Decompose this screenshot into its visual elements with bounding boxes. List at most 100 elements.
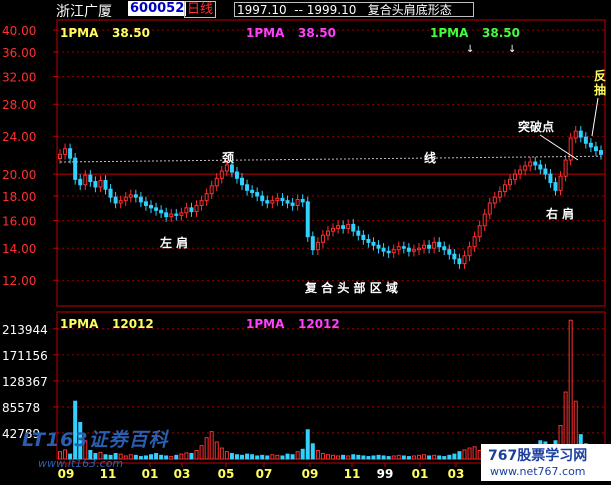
volume-bar [164,455,169,460]
price-ma-value: 38.50 [482,26,520,40]
candle-body [224,164,229,172]
candle-body [386,250,391,254]
volume-bar [265,455,270,460]
volume-bar [138,456,143,460]
candle-body [477,225,482,238]
price-tick-label: 16.00 [2,214,36,228]
candle-body [184,207,189,214]
candle-body [548,173,553,184]
candle-body [401,246,406,249]
annotation-neck: 颈 [221,151,234,165]
candle-body [351,223,356,232]
xaxis-tick-label: 03 [174,467,191,481]
volume-bar [391,455,396,460]
candle-body [250,189,255,194]
candle-body [442,246,447,251]
volume-bar [325,454,330,460]
candle-body [416,247,421,251]
candle-body [391,249,396,254]
candle-body [93,181,98,188]
volume-tick-label: 171156 [2,349,48,363]
candle-body [366,238,371,243]
candle-body [341,225,346,229]
volume-bar [128,454,133,460]
candle-body [492,196,497,204]
volume-bar [366,456,371,460]
volume-bar [250,454,255,460]
candle-body [553,182,558,191]
volume-bar [300,448,305,460]
volume-ma-name: 1PMA [60,317,99,331]
volume-bar [275,454,280,460]
volume-bar [361,455,366,460]
candle-body [432,241,437,249]
candle-body [447,249,452,255]
volume-bar [255,455,260,460]
candle-body [58,153,62,160]
period-selector[interactable]: 日线 [184,1,217,18]
volume-bar [123,455,128,460]
candle-body [265,200,270,204]
candle-body [118,200,123,204]
volume-bar [240,454,245,460]
candle-body [599,150,603,155]
annotation-left-shoulder: 左 肩 [159,235,188,250]
volume-bar [214,441,219,460]
kline-chart: 40.00 36.00 32.00 28.00 24.00 20.00 18.00 16.00… [0,0,611,481]
candle-body [78,178,83,186]
annotation-breakout: 突破点 [518,119,554,134]
price-tick-label: 40.00 [2,24,36,38]
price-tick-label: 32.00 [2,70,36,84]
annotation-pullback-1: 反 [594,68,606,83]
candle-body [169,213,174,218]
candle-body [381,247,386,252]
candle-body [214,177,219,187]
volume-bar [386,456,391,460]
candle-body [583,136,588,144]
candle-body [234,171,239,179]
candle-body [209,185,214,195]
candle-body [83,174,88,186]
candle-body [462,255,467,265]
volume-bar [270,454,275,460]
candle-body [285,200,290,204]
volume-bar [356,454,361,460]
candle-body [63,148,68,155]
candle-body [315,241,320,251]
volume-bar [427,455,432,460]
volume-bar [401,455,406,460]
candle-body [88,174,93,183]
watermark-left-url: www.lt163.com [38,457,124,470]
volume-tick-label: 85578 [2,401,40,415]
stock-code[interactable]: 600052 [128,1,187,16]
candle-body [204,193,209,202]
volume-bar [452,453,457,460]
volume-bar [462,449,467,460]
candle-body [452,253,457,260]
candle-body [487,202,492,215]
volume-bar [331,454,336,460]
candle-body [497,190,502,198]
volume-bar [406,456,411,460]
volume-bar [174,454,179,460]
candle-body [295,198,300,206]
volume-bar [194,449,199,460]
stock-name: 浙江广厦 [56,4,112,20]
price-ma-name: 1PMA [60,26,99,40]
marker-arrow-1: ↓ [466,44,474,55]
candle-body [219,170,224,179]
volume-ma-value: 12012 [112,317,154,331]
volume-bar [295,451,300,460]
volume-bar [219,447,224,460]
candle-body [143,201,148,206]
candle-body [396,246,401,251]
volume-bar [447,454,452,460]
volume-bar [154,453,159,460]
price-tick-label: 28.00 [2,98,36,112]
candle-body [275,197,280,202]
volume-bar [320,453,325,460]
candle-body [174,213,179,216]
candle-body [336,225,341,229]
volume-bar [169,456,174,460]
pullback-pointer [591,97,599,137]
